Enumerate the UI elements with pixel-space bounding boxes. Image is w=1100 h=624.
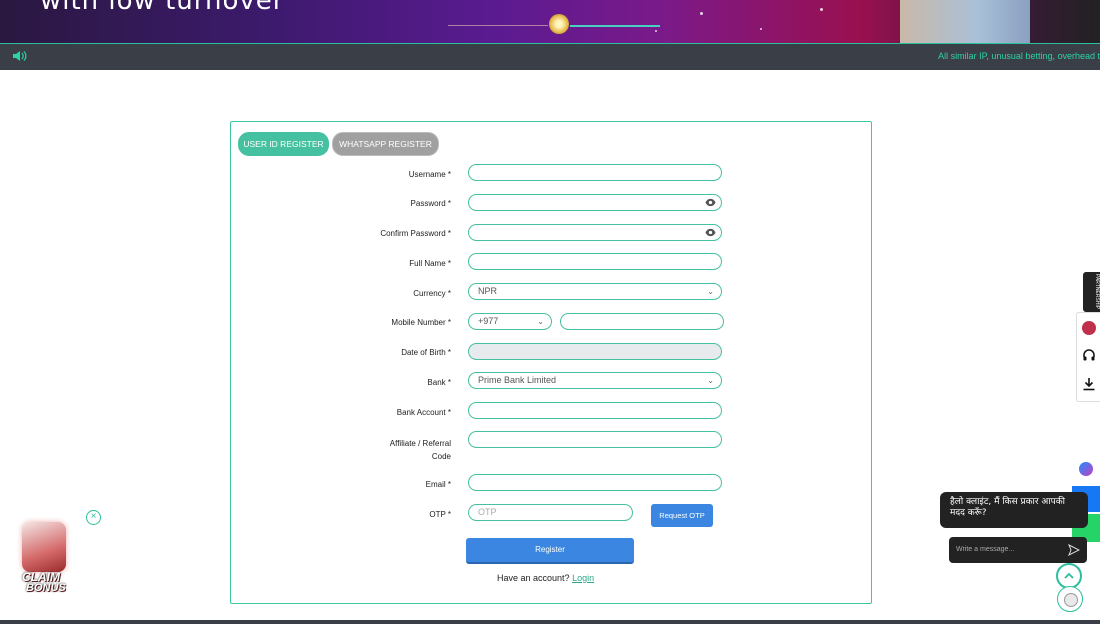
login-prompt: Have an account? Login <box>497 573 594 583</box>
bank-label: Bank * <box>427 378 451 387</box>
tab-whatsapp-register[interactable]: WHATSAPP REGISTER <box>332 132 439 156</box>
otp-label: OTP * <box>429 510 451 519</box>
banner-divider-active <box>570 25 660 27</box>
affiliate-code-label: Affiliate / Referral Code <box>341 437 451 463</box>
gift-box-image <box>22 522 66 572</box>
live-chat-button[interactable] <box>1057 586 1083 612</box>
chat-greeting-bubble: हैलो क्लाइंट, मैं किस प्रकार आपकी मदद कर… <box>940 492 1088 528</box>
date-of-birth-label: Date of Birth * <box>401 348 451 357</box>
have-account-text: Have an account? <box>497 573 570 583</box>
banner-headline: with low turnover <box>40 0 285 16</box>
register-form-card: USER ID REGISTER WHATSAPP REGISTER Usern… <box>230 121 872 604</box>
request-otp-button[interactable]: Request OTP <box>651 504 713 527</box>
show-confirm-password-eye-icon[interactable] <box>705 228 716 237</box>
bonus-text: BONUS <box>26 582 66 594</box>
password-input[interactable] <box>468 194 722 211</box>
ticker-message: All similar IP, unusual betting, overhea… <box>938 51 1100 61</box>
currency-label: Currency * <box>413 289 451 298</box>
footer-bar <box>0 620 1100 624</box>
email-input[interactable] <box>468 474 722 491</box>
affiliate-label-line1: Affiliate / Referral <box>389 439 451 448</box>
promo-banner[interactable]: with low turnover <box>0 0 1100 43</box>
close-bonus-icon[interactable]: × <box>86 510 101 525</box>
affiliate-code-input[interactable] <box>468 431 722 448</box>
download-icon[interactable] <box>1082 377 1096 391</box>
chat-bot-icon <box>1064 593 1078 607</box>
username-label: Username * <box>408 170 451 179</box>
show-password-eye-icon[interactable] <box>705 198 716 207</box>
tab-user-id-register[interactable]: USER ID REGISTER <box>238 132 329 156</box>
register-button[interactable]: Register <box>466 538 634 564</box>
bank-select[interactable]: Prime Bank Limited ⌄ <box>468 372 722 389</box>
banner-model-image <box>900 0 1030 43</box>
claim-bonus-widget[interactable]: CLAIM BONUS <box>8 518 83 596</box>
bank-account-label: Bank Account * <box>396 408 451 417</box>
country-code-value: +977 <box>478 316 499 326</box>
announcement-ticker: All similar IP, unusual betting, overhea… <box>0 43 1100 70</box>
email-label: Email * <box>425 480 451 489</box>
username-input[interactable] <box>468 164 722 181</box>
chevron-down-icon: ⌄ <box>707 287 714 296</box>
chevron-up-icon <box>1064 572 1074 579</box>
headset-icon[interactable] <box>1082 349 1096 363</box>
confirm-password-label: Confirm Password * <box>380 229 451 238</box>
send-icon[interactable] <box>1068 544 1080 556</box>
password-label: Password * <box>410 199 451 208</box>
otp-input[interactable]: OTP <box>468 504 633 521</box>
full-name-label: Full Name * <box>409 259 451 268</box>
messenger-icon[interactable] <box>1079 462 1093 476</box>
mobile-number-label: Mobile Number * <box>391 318 451 327</box>
country-code-select[interactable]: +977 ⌄ <box>468 313 552 330</box>
confirm-password-input[interactable] <box>468 224 722 241</box>
bank-value: Prime Bank Limited <box>478 375 557 385</box>
chat-message-input[interactable]: Write a message... <box>949 537 1087 563</box>
login-link[interactable]: Login <box>572 573 594 583</box>
speaker-icon <box>12 50 28 65</box>
bank-account-input[interactable] <box>468 402 722 419</box>
affiliate-label-line2: Code <box>431 452 451 461</box>
sparkle <box>655 30 657 32</box>
chevron-down-icon: ⌄ <box>707 376 714 385</box>
live-casino-icon[interactable] <box>1082 321 1096 335</box>
banner-divider <box>448 25 548 26</box>
carousel-indicator[interactable] <box>549 14 569 34</box>
partnership-tab[interactable]: PARTNERSHIP <box>1083 272 1100 312</box>
date-of-birth-input[interactable] <box>468 343 722 360</box>
sparkle <box>700 12 703 15</box>
chevron-down-icon: ⌄ <box>537 317 544 326</box>
sparkle <box>820 8 823 11</box>
side-toolbar <box>1076 312 1100 402</box>
full-name-input[interactable] <box>468 253 722 270</box>
sparkle <box>760 28 762 30</box>
mobile-number-input[interactable] <box>560 313 724 330</box>
currency-value: NPR <box>478 286 498 296</box>
chat-placeholder: Write a message... <box>956 546 1015 553</box>
currency-select[interactable]: NPR ⌄ <box>468 283 722 300</box>
